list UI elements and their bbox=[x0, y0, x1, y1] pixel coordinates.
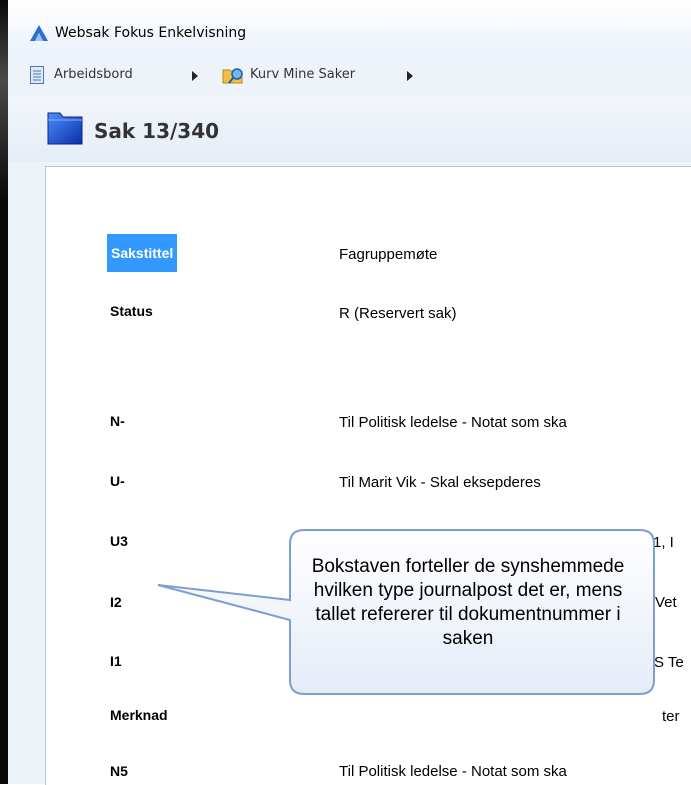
window-left-border bbox=[0, 0, 8, 784]
journal-row-label: I1 bbox=[110, 653, 122, 669]
case-title: Sak 13/340 bbox=[94, 119, 220, 143]
callout-text: Bokstaven forteller de synshemmede hvilk… bbox=[311, 556, 625, 649]
journal-row-value: -1, I bbox=[648, 534, 674, 551]
field-label-sakstittel: Sakstittel bbox=[107, 234, 178, 272]
journal-row-label: Merknad bbox=[110, 707, 168, 723]
journal-row-value: Til Politisk ledelse - Notat som ska bbox=[339, 763, 567, 780]
journal-row-label: I2 bbox=[110, 594, 122, 610]
field-label-status: Status bbox=[110, 303, 153, 319]
journal-row-label: N- bbox=[110, 413, 125, 429]
journal-row-label: N5 bbox=[110, 763, 128, 779]
document-icon bbox=[30, 66, 44, 84]
breadcrumb-arrow-icon[interactable] bbox=[407, 71, 413, 81]
breadcrumb-item-arbeidsbord[interactable]: Arbeidsbord bbox=[54, 67, 133, 82]
journal-row-value: Til Marit Vik - Skal eksepderes bbox=[339, 474, 541, 491]
window-title: Websak Fokus Enkelvisning bbox=[55, 25, 247, 41]
journal-row-value: Vet bbox=[655, 594, 677, 611]
folder-search-icon bbox=[222, 68, 243, 84]
breadcrumb: Arbeidsbord Kurv Mine Saker bbox=[8, 58, 691, 96]
journal-row-label: U3 bbox=[110, 533, 128, 549]
journal-row-value: ter bbox=[662, 708, 680, 725]
websak-logo-icon bbox=[30, 25, 48, 41]
breadcrumb-item-kurv-mine-saker[interactable]: Kurv Mine Saker bbox=[250, 67, 355, 82]
breadcrumb-arrow-icon[interactable] bbox=[192, 71, 198, 81]
field-value-sakstittel: Fagruppemøte bbox=[339, 246, 438, 263]
journal-row-value: Til Politisk ledelse - Notat som ska bbox=[339, 414, 567, 431]
journal-row-value: S Te bbox=[654, 654, 684, 671]
journal-value-cell bbox=[326, 694, 691, 714]
field-value-status: R (Reservert sak) bbox=[339, 305, 457, 322]
title-bar: Websak Fokus Enkelvisning bbox=[8, 0, 691, 58]
case-header: Sak 13/340 bbox=[8, 96, 691, 162]
journal-row-label: U- bbox=[110, 473, 125, 489]
folder-icon bbox=[47, 112, 83, 145]
